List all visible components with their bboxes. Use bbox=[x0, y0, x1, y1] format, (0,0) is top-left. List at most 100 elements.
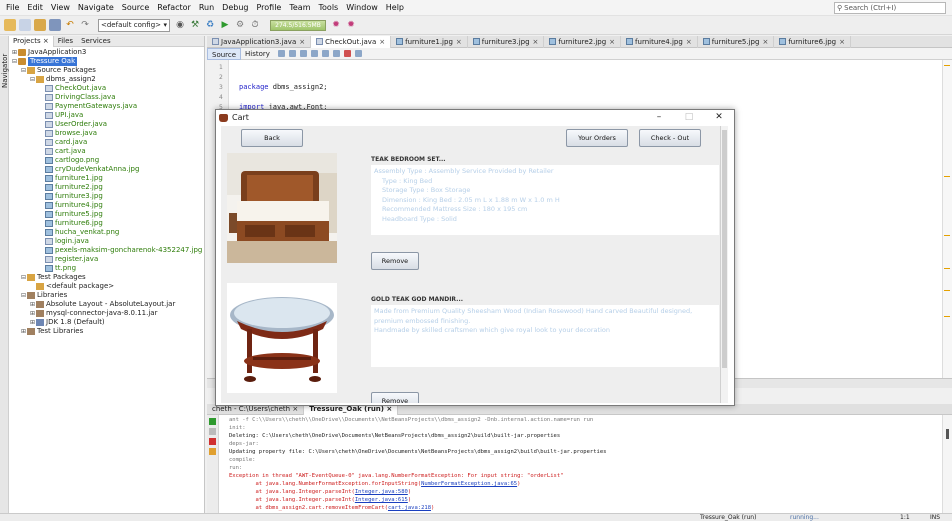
tree-node[interactable]: UserOrder.java bbox=[9, 120, 204, 129]
tree-node[interactable]: ⊞ Test Libraries bbox=[9, 327, 204, 336]
menu-item-edit[interactable]: Edit bbox=[23, 3, 47, 12]
collapse-icon[interactable]: ⊟ bbox=[20, 291, 27, 300]
undo-icon[interactable]: ↶ bbox=[64, 19, 76, 31]
save-all-icon[interactable] bbox=[49, 19, 61, 31]
menu-item-help[interactable]: Help bbox=[382, 3, 408, 12]
editor-tab[interactable]: furniture4.jpg × bbox=[621, 35, 698, 48]
stop-macro-icon[interactable] bbox=[343, 50, 351, 57]
toggle-bookmark-icon[interactable] bbox=[310, 50, 318, 57]
tree-node[interactable]: furniture2.jpg bbox=[9, 183, 204, 192]
collapse-icon[interactable]: ⊟ bbox=[29, 75, 36, 84]
memory-indicator[interactable]: 274.5/516.5MB bbox=[270, 19, 326, 31]
stacktrace-link[interactable]: Integer.java:615 bbox=[355, 497, 408, 503]
tree-node[interactable]: pexels-maksim-goncharenok-4352247.jpg bbox=[9, 246, 204, 255]
config-select[interactable]: <default config> ▾ bbox=[98, 18, 170, 32]
source-button[interactable]: Source bbox=[207, 47, 242, 60]
tree-node[interactable]: furniture6.jpg bbox=[9, 219, 204, 228]
editor-scrollbar[interactable] bbox=[942, 60, 952, 378]
menu-item-profile[interactable]: Profile bbox=[252, 3, 285, 12]
new-file-icon[interactable] bbox=[19, 19, 31, 31]
close-tab-icon[interactable]: × bbox=[299, 36, 305, 48]
collapse-icon[interactable]: ⊟ bbox=[20, 273, 27, 282]
stacktrace-link[interactable]: Integer.java:580 bbox=[355, 489, 408, 495]
tree-node[interactable]: card.java bbox=[9, 138, 204, 147]
close-tab-icon[interactable]: × bbox=[839, 36, 845, 48]
navigator-strip[interactable]: Navigator bbox=[0, 36, 9, 521]
tree-node[interactable]: ⊟ Source Packages bbox=[9, 66, 204, 75]
collapse-icon[interactable]: ⊟ bbox=[11, 57, 18, 66]
stop-icon[interactable] bbox=[209, 438, 216, 445]
checkout-button[interactable]: Check - Out bbox=[639, 129, 701, 147]
editor-tab[interactable]: furniture6.jpg × bbox=[774, 35, 851, 48]
tree-node[interactable]: hucha_venkat.png bbox=[9, 228, 204, 237]
tree-node[interactable]: ⊟ Tressure Oak bbox=[9, 57, 204, 66]
run-icon[interactable]: ▶ bbox=[219, 19, 231, 31]
tree-node[interactable]: cartlogo.png bbox=[9, 156, 204, 165]
expand-icon[interactable]: ⊞ bbox=[29, 309, 36, 318]
tree-node[interactable]: furniture5.jpg bbox=[9, 210, 204, 219]
maximize-icon[interactable]: □ bbox=[674, 110, 704, 125]
minimize-icon[interactable]: – bbox=[644, 110, 674, 125]
stacktrace-link[interactable]: cart.java:218 bbox=[388, 505, 431, 511]
shift-right-icon[interactable] bbox=[332, 50, 340, 57]
gc-icon[interactable]: ✹ bbox=[330, 19, 342, 31]
menu-item-navigate[interactable]: Navigate bbox=[74, 3, 118, 12]
menu-item-run[interactable]: Run bbox=[195, 3, 218, 12]
tab-files[interactable]: Files bbox=[54, 36, 77, 47]
menu-item-source[interactable]: Source bbox=[118, 3, 153, 12]
expand-icon[interactable]: ⊞ bbox=[29, 318, 36, 327]
back-icon[interactable] bbox=[277, 50, 285, 57]
menu-item-debug[interactable]: Debug bbox=[218, 3, 252, 12]
remove-button[interactable]: Remove bbox=[371, 392, 419, 403]
tree-node[interactable]: ⊟ dbms_assign2 bbox=[9, 75, 204, 84]
shift-left-icon[interactable] bbox=[321, 50, 329, 57]
clean-build-icon[interactable]: ♻ bbox=[204, 19, 216, 31]
menu-item-file[interactable]: File bbox=[2, 3, 23, 12]
editor-tab[interactable]: furniture2.jpg × bbox=[544, 35, 622, 48]
tree-node[interactable]: furniture1.jpg bbox=[9, 174, 204, 183]
tree-node[interactable]: ⊞ JDK 1.8 (Default) bbox=[9, 318, 204, 327]
tree-node[interactable]: login.java bbox=[9, 237, 204, 246]
debug-icon[interactable]: ⚙ bbox=[234, 19, 246, 31]
tree-node[interactable]: ⊞ mysql-connector-java-8.0.11.jar bbox=[9, 309, 204, 318]
open-project-icon[interactable] bbox=[34, 19, 46, 31]
tab-services[interactable]: Services bbox=[77, 36, 115, 47]
tree-node[interactable]: browse.java bbox=[9, 129, 204, 138]
forward-icon[interactable] bbox=[288, 50, 296, 57]
search-input[interactable]: ⚲ Search (Ctrl+I) bbox=[834, 2, 946, 14]
tree-node[interactable]: ⊟ Test Packages bbox=[9, 273, 204, 282]
editor-tab[interactable]: furniture3.jpg × bbox=[468, 35, 545, 48]
close-tab-icon[interactable]: × bbox=[686, 36, 692, 48]
profile-ide-icon[interactable]: ✹ bbox=[345, 19, 357, 31]
tree-node[interactable]: register.java bbox=[9, 255, 204, 264]
expand-icon[interactable]: ⊞ bbox=[11, 48, 18, 57]
remove-button[interactable]: Remove bbox=[371, 252, 419, 270]
collapse-icon[interactable]: ⊟ bbox=[20, 66, 27, 75]
rerun-with-params-icon[interactable] bbox=[209, 428, 216, 435]
tree-node[interactable]: ⊞ Absolute Layout - AbsoluteLayout.jar bbox=[9, 300, 204, 309]
comment-icon[interactable] bbox=[354, 50, 362, 57]
back-button[interactable]: Back bbox=[241, 129, 303, 147]
editor-tab[interactable]: furniture1.jpg × bbox=[391, 35, 468, 48]
tree-node[interactable]: PaymentGateways.java bbox=[9, 102, 204, 111]
your-orders-button[interactable]: Your Orders bbox=[566, 129, 628, 147]
tree-node[interactable]: DrivingClass.java bbox=[9, 93, 204, 102]
close-tab-icon[interactable]: × bbox=[762, 36, 768, 48]
menu-item-refactor[interactable]: Refactor bbox=[153, 3, 195, 12]
tree-node[interactable]: ⊟ Libraries bbox=[9, 291, 204, 300]
output-console[interactable]: ant -f C:\\Users\\cheth\\OneDrive\\Docum… bbox=[207, 415, 952, 513]
editor-tab[interactable]: furniture5.jpg × bbox=[698, 35, 775, 48]
new-project-icon[interactable] bbox=[4, 19, 16, 31]
close-tab-icon[interactable]: × bbox=[533, 36, 539, 48]
tree-node[interactable]: ⊞ JavaApplication3 bbox=[9, 48, 204, 57]
expand-icon[interactable]: ⊞ bbox=[20, 327, 27, 336]
tree-node[interactable]: tt.png bbox=[9, 264, 204, 273]
menu-item-team[interactable]: Team bbox=[285, 3, 314, 12]
cart-scrollbar[interactable] bbox=[720, 126, 728, 403]
output-scrollbar[interactable] bbox=[942, 415, 952, 513]
profile-icon[interactable]: ⏱ bbox=[249, 19, 261, 31]
tab-projects[interactable]: Projects × bbox=[9, 35, 54, 47]
tree-node[interactable]: UPI.java bbox=[9, 111, 204, 120]
tree-node[interactable]: <default package> bbox=[9, 282, 204, 291]
expand-icon[interactable]: ⊞ bbox=[29, 300, 36, 309]
